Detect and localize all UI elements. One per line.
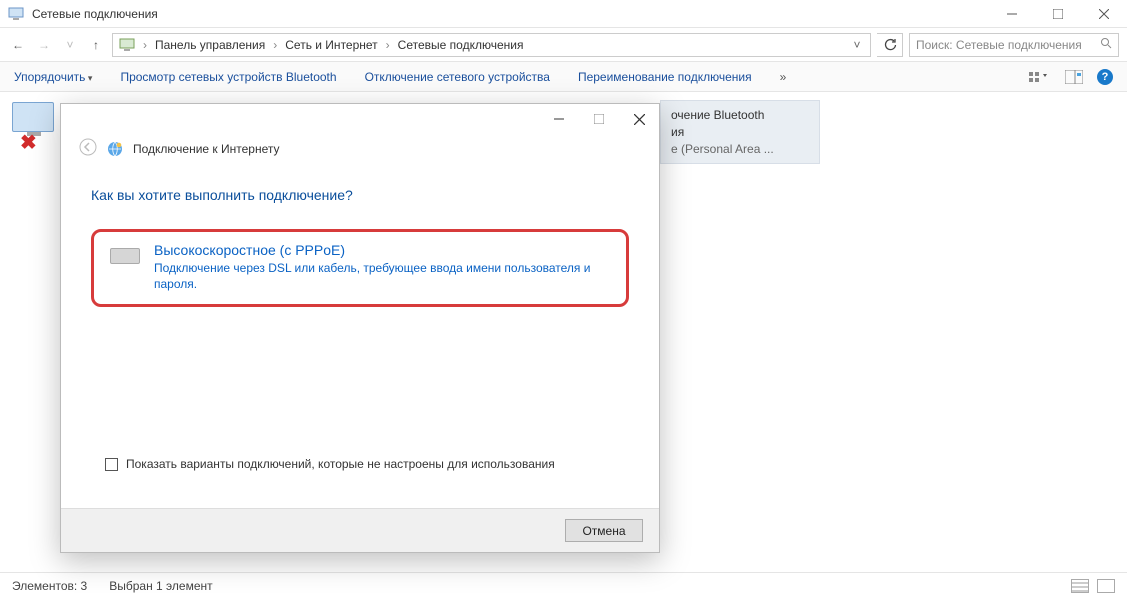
breadcrumb-mid[interactable]: Сеть и Интернет	[285, 38, 377, 52]
search-placeholder: Поиск: Сетевые подключения	[916, 38, 1100, 52]
view-bt-devices-button[interactable]: Просмотр сетевых устройств Bluetooth	[120, 70, 336, 84]
close-button[interactable]	[1081, 0, 1127, 28]
dialog-header: Подключение к Интернету	[61, 134, 659, 169]
pppoe-option[interactable]: Высокоскоростное (с PPPoE) Подключение ч…	[91, 229, 629, 307]
bt-item-device: e (Personal Area ...	[671, 141, 809, 158]
preview-pane-button[interactable]	[1065, 70, 1083, 84]
breadcrumb-leaf[interactable]: Сетевые подключения	[398, 38, 524, 52]
organize-menu[interactable]: Упорядочить	[14, 70, 92, 84]
maximize-button[interactable]	[1035, 0, 1081, 28]
search-input[interactable]: Поиск: Сетевые подключения	[909, 33, 1119, 57]
show-unconfigured-row[interactable]: Показать варианты подключений, которые н…	[91, 457, 629, 471]
pppoe-option-title: Высокоскоростное (с PPPoE)	[154, 242, 610, 258]
network-icon	[8, 6, 24, 22]
chevron-right-icon: ›	[384, 38, 392, 52]
globe-icon	[107, 141, 123, 157]
dialog-titlebar	[61, 104, 659, 134]
status-bar: Элементов: 3 Выбран 1 элемент	[0, 572, 1127, 598]
modem-icon	[110, 248, 140, 264]
show-unconfigured-checkbox[interactable]	[105, 458, 118, 471]
details-view-button[interactable]	[1071, 579, 1089, 593]
nav-recent-button[interactable]: ˅	[60, 35, 80, 55]
icons-view-button[interactable]	[1097, 579, 1115, 593]
dialog-question: Как вы хотите выполнить подключение?	[91, 187, 629, 203]
connection-item-bluetooth[interactable]: очение Bluetooth ия e (Personal Area ...	[660, 100, 820, 164]
nav-forward-button[interactable]: →	[34, 35, 54, 55]
breadcrumb-box[interactable]: › Панель управления › Сеть и Интернет › …	[112, 33, 871, 57]
dialog-minimize-button[interactable]	[539, 104, 579, 134]
rename-connection-button[interactable]: Переименование подключения	[578, 70, 752, 84]
disable-device-button[interactable]: Отключение сетевого устройства	[365, 70, 550, 84]
minimize-button[interactable]	[989, 0, 1035, 28]
view-options-button[interactable]	[1029, 70, 1051, 84]
address-dropdown-button[interactable]: ˅	[850, 38, 864, 52]
pppoe-option-desc: Подключение через DSL или кабель, требую…	[154, 260, 610, 292]
window-title: Сетевые подключения	[32, 7, 158, 21]
nav-back-button[interactable]: ←	[8, 35, 28, 55]
nav-up-button[interactable]: ↑	[86, 35, 106, 55]
connect-to-internet-dialog: Подключение к Интернету Как вы хотите вы…	[60, 103, 660, 553]
show-unconfigured-label: Показать варианты подключений, которые н…	[126, 457, 555, 471]
control-panel-icon	[119, 37, 135, 53]
help-button[interactable]: ?	[1097, 69, 1113, 85]
dialog-footer: Отмена	[61, 508, 659, 552]
bt-item-status: ия	[671, 124, 809, 141]
dialog-back-button[interactable]	[79, 138, 97, 159]
status-count: Элементов: 3	[12, 579, 87, 593]
explorer-titlebar: Сетевые подключения	[0, 0, 1127, 28]
command-bar: Упорядочить Просмотр сетевых устройств B…	[0, 62, 1127, 92]
chevron-right-icon: ›	[141, 38, 149, 52]
dialog-close-button[interactable]	[619, 104, 659, 134]
bt-item-title: очение Bluetooth	[671, 107, 809, 124]
cancel-button[interactable]: Отмена	[565, 519, 643, 542]
status-selected: Выбран 1 элемент	[109, 579, 212, 593]
refresh-button[interactable]	[877, 33, 903, 57]
breadcrumb-root[interactable]: Панель управления	[155, 38, 265, 52]
dialog-maximize-button[interactable]	[579, 104, 619, 134]
monitor-icon	[12, 102, 54, 132]
error-x-icon: ✖	[20, 130, 37, 155]
search-icon	[1100, 37, 1112, 52]
dialog-title: Подключение к Интернету	[133, 142, 280, 156]
more-commands-button[interactable]: »	[780, 70, 787, 84]
chevron-right-icon: ›	[271, 38, 279, 52]
address-bar: ← → ˅ ↑ › Панель управления › Сеть и Инт…	[0, 28, 1127, 62]
